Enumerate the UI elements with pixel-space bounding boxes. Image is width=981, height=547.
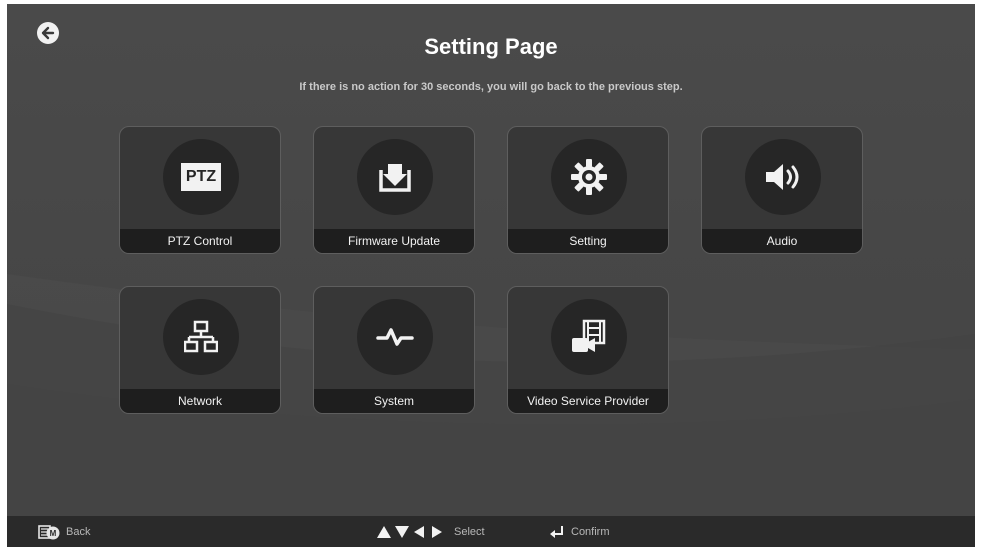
footer-back-label: Back xyxy=(66,525,91,538)
tile-label: Setting xyxy=(508,229,668,253)
video-service-icon xyxy=(572,319,606,352)
footer-confirm: Confirm xyxy=(549,516,610,547)
footer-bar: M Back Select Confirm xyxy=(7,516,975,547)
footer-back: M Back xyxy=(38,516,90,547)
tile-network[interactable]: Network xyxy=(119,286,281,414)
firmware-download-icon xyxy=(379,164,411,192)
icon-circle xyxy=(163,299,239,375)
icon-circle xyxy=(551,299,627,375)
enter-key-icon xyxy=(550,525,563,538)
tile-audio[interactable]: Audio xyxy=(701,126,863,254)
speaker-icon xyxy=(766,164,799,190)
menu-key-letter: M xyxy=(50,529,57,538)
tile-firmware-update[interactable]: Firmware Update xyxy=(313,126,475,254)
gear-icon xyxy=(571,159,607,195)
pulse-icon xyxy=(376,328,414,346)
footer-select-label: Select xyxy=(454,525,485,538)
icon-circle xyxy=(357,299,433,375)
menu-key-icon: M xyxy=(38,524,60,539)
icon-circle xyxy=(357,139,433,215)
arrow-keys-icon xyxy=(377,525,442,538)
ptz-icon: PTZ xyxy=(181,163,221,191)
tile-label: System xyxy=(314,389,474,413)
footer-select: Select xyxy=(376,516,485,547)
setting-screen: Setting Page If there is no action for 3… xyxy=(7,4,975,516)
tile-label: PTZ Control xyxy=(120,229,280,253)
tile-setting[interactable]: Setting xyxy=(507,126,669,254)
tile-label: Audio xyxy=(702,229,862,253)
tile-system[interactable]: System xyxy=(313,286,475,414)
timeout-notice: If there is no action for 30 seconds, yo… xyxy=(299,81,683,93)
page-title: Setting Page xyxy=(424,34,558,59)
icon-circle xyxy=(745,139,821,215)
tile-label: Firmware Update xyxy=(314,229,474,253)
footer-confirm-label: Confirm xyxy=(571,525,610,538)
tile-ptz-control[interactable]: PTZ PTZ Control xyxy=(119,126,281,254)
network-icon xyxy=(184,320,218,353)
icon-circle xyxy=(551,139,627,215)
icon-circle: PTZ xyxy=(163,139,239,215)
tile-label: Network xyxy=(120,389,280,413)
tile-label: Video Service Provider xyxy=(508,389,668,413)
tile-video-service-provider[interactable]: Video Service Provider xyxy=(507,286,669,414)
